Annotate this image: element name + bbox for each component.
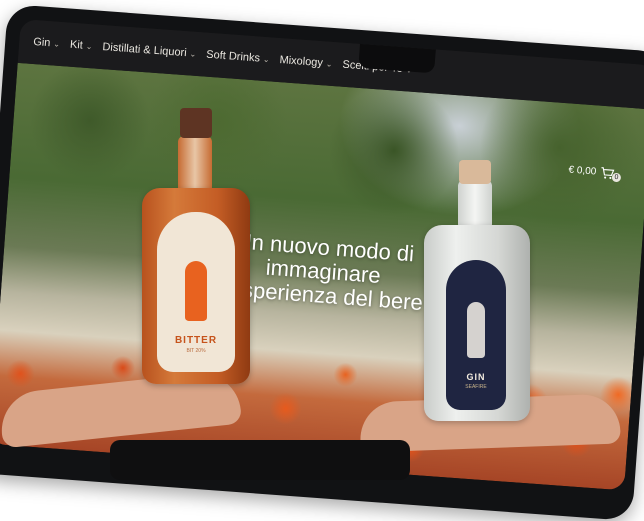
gin-label-name: GIN bbox=[466, 372, 486, 382]
chevron-down-icon: ⌄ bbox=[262, 54, 270, 64]
dancer-illustration-icon bbox=[185, 261, 207, 321]
bitter-label-name: BITTER bbox=[174, 335, 218, 346]
chevron-down-icon: ⌄ bbox=[325, 58, 333, 69]
gin-bottle-cap bbox=[459, 160, 491, 184]
gin-bottle-label: GIN SEAFIRE bbox=[446, 260, 506, 410]
bitter-bottle-neck bbox=[178, 136, 212, 194]
chevron-down-icon: ⌄ bbox=[53, 38, 61, 49]
nav-item-distillati-liquori[interactable]: Distillati & Liquori ⌄ bbox=[102, 41, 197, 60]
nav-item-mixology[interactable]: Mixology ⌄ bbox=[279, 54, 333, 70]
cart-count-badge: 0 bbox=[611, 172, 622, 183]
nav-item-soft-drinks[interactable]: Soft Drinks ⌄ bbox=[206, 49, 270, 66]
nav-item-kit[interactable]: Kit ⌄ bbox=[70, 39, 93, 53]
nav-item-gin[interactable]: Gin ⌄ bbox=[33, 36, 61, 50]
bitter-bottle-label: BITTER BIT 20% bbox=[157, 212, 235, 372]
laptop-base bbox=[110, 440, 410, 480]
nav-label: Gin bbox=[32, 35, 51, 50]
nav-label: Kit bbox=[69, 38, 84, 52]
chevron-down-icon: ⌄ bbox=[189, 48, 197, 59]
cart-total: € 0,00 bbox=[568, 164, 597, 178]
bitter-label-sub: BIT 20% bbox=[186, 348, 206, 354]
gin-label-sub: SEAFIRE bbox=[465, 384, 487, 390]
nav-label: Mixology bbox=[279, 54, 324, 70]
nav-label: Soft Drinks bbox=[205, 48, 261, 65]
dancer-illustration-icon bbox=[467, 302, 485, 358]
gin-bottle-neck bbox=[458, 180, 492, 230]
nav-label: Distillati & Liquori bbox=[102, 41, 188, 60]
chevron-down-icon: ⌄ bbox=[85, 41, 93, 51]
bitter-bottle-cap bbox=[180, 108, 212, 138]
